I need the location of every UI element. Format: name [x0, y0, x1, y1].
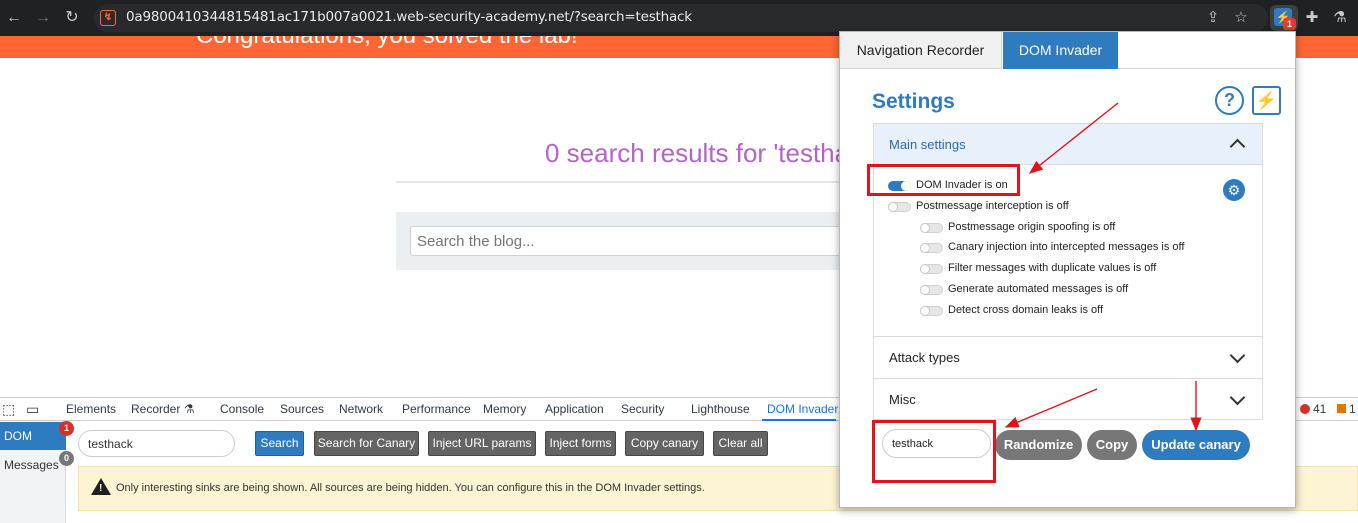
- annotation-arrows: [1004, 102, 1202, 432]
- annotation-arrow: [1004, 388, 1098, 428]
- annotation-arrow: [1028, 102, 1119, 174]
